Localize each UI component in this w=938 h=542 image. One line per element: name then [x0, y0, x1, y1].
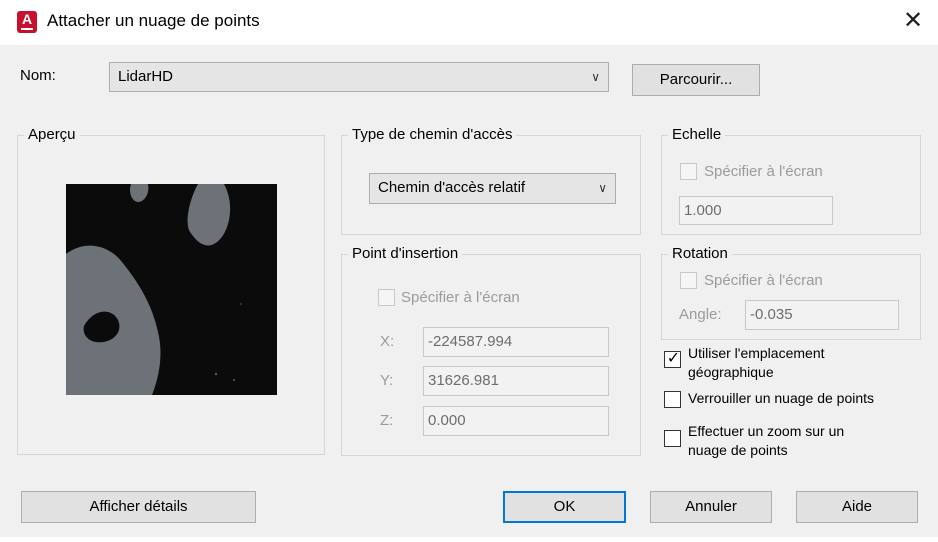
point-cloud-preview-graphic	[66, 184, 277, 395]
geo-location-checkbox[interactable]: ✓	[664, 350, 681, 368]
path-type-dropdown[interactable]: Chemin d'accès relatif ∨	[369, 173, 616, 204]
y-field[interactable]: 31626.981	[423, 366, 609, 396]
chevron-down-icon: ∨	[591, 70, 600, 84]
zoom-point-cloud-checkbox[interactable]	[664, 430, 681, 447]
ok-button[interactable]: OK	[503, 491, 626, 523]
path-type-legend: Type de chemin d'accès	[348, 126, 517, 144]
close-button[interactable]: ✕	[898, 6, 928, 36]
name-dropdown-value: LidarHD	[118, 68, 174, 85]
scale-field[interactable]: 1.000	[679, 196, 833, 225]
help-button[interactable]: Aide	[796, 491, 918, 523]
rotation-legend: Rotation	[668, 245, 732, 263]
path-type-value: Chemin d'accès relatif	[378, 179, 526, 196]
scale-specify-checkbox[interactable]	[680, 163, 697, 180]
x-field[interactable]: -224587.994	[423, 327, 609, 357]
rotation-specify-checkbox[interactable]	[680, 272, 697, 289]
checkmark-icon: ✓	[666, 350, 681, 367]
browse-button[interactable]: Parcourir...	[632, 64, 760, 96]
preview-legend: Aperçu	[24, 126, 80, 144]
title-bar: A Attacher un nuage de points ✕	[0, 0, 938, 45]
geo-location-label-line2: géographique	[688, 364, 774, 380]
name-label: Nom:	[20, 67, 56, 84]
insertion-point-legend: Point d'insertion	[348, 245, 463, 263]
zoom-point-cloud-label-line1: Effectuer un zoom sur un	[688, 423, 845, 439]
geo-location-label-line1: Utiliser l'emplacement	[688, 345, 825, 361]
point-cloud-preview-image	[66, 184, 277, 395]
insertion-specify-checkbox[interactable]	[378, 289, 395, 306]
chevron-down-icon: ∨	[598, 181, 607, 195]
lock-point-cloud-checkbox[interactable]	[664, 391, 681, 408]
angle-label: Angle:	[679, 306, 722, 323]
cancel-button[interactable]: Annuler	[650, 491, 772, 523]
lock-point-cloud-label: Verrouiller un nuage de points	[688, 390, 875, 406]
scale-legend: Echelle	[668, 126, 726, 144]
show-details-button[interactable]: Afficher détails	[21, 491, 256, 523]
rotation-specify-label: Spécifier à l'écran	[704, 272, 823, 289]
autocad-icon: A	[17, 11, 37, 33]
name-dropdown[interactable]: LidarHD ∨	[109, 62, 609, 92]
y-label: Y:	[380, 372, 394, 389]
zoom-point-cloud-label-line2: nuage de points	[688, 442, 788, 458]
z-field[interactable]: 0.000	[423, 406, 609, 436]
insertion-specify-label: Spécifier à l'écran	[401, 289, 520, 306]
window-title: Attacher un nuage de points	[47, 11, 260, 30]
zoom-point-cloud-label: Effectuer un zoom sur un nuage de points	[688, 422, 844, 460]
dialog-body: Nom: LidarHD ∨ Parcourir... Aperçu Type …	[0, 45, 938, 537]
z-label: Z:	[380, 412, 394, 429]
geo-location-label: Utiliser l'emplacement géographique	[688, 344, 825, 382]
angle-field[interactable]: -0.035	[745, 300, 899, 330]
x-label: X:	[380, 333, 395, 350]
scale-specify-label: Spécifier à l'écran	[704, 163, 823, 180]
